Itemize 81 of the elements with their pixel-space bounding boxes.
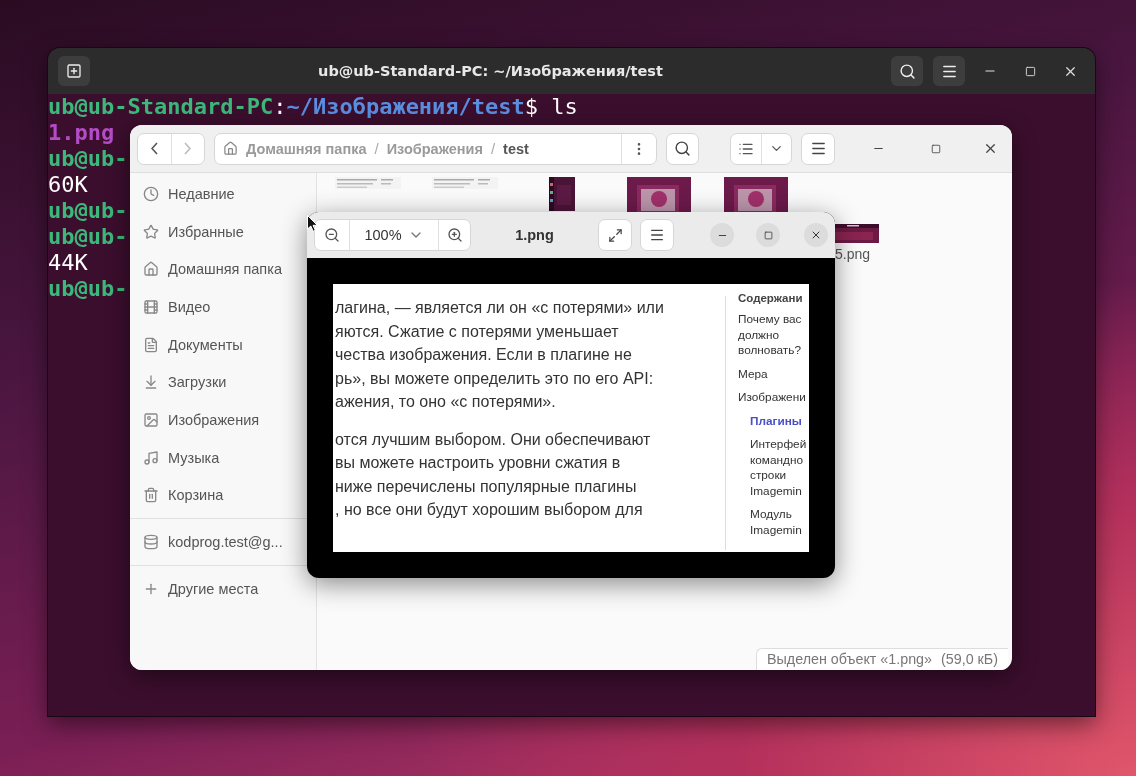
path-separator: / [490,140,496,157]
drive-icon [143,534,159,551]
terminal-line: 1.png [48,120,115,146]
file-name[interactable]: 5.png [834,246,870,262]
window-title: ub@ub-Standard-PC: ~/Изображения/test [317,63,664,79]
chevron-left-icon [150,142,158,155]
sidebar-label: Недавние [168,185,235,202]
menu-icon [809,140,827,157]
sidebar-item[interactable]: Изображения [130,401,264,439]
sidebar-item[interactable]: Документы [130,325,247,364]
sidebar-label: Загрузки [168,374,227,391]
path-crumb[interactable]: test [503,140,529,157]
sidebar-label: Документы [168,336,243,353]
chevron-right-icon [184,142,192,155]
toc-link[interactable]: Почему вас должно волновать? [738,312,807,359]
terminal-line: 60K [48,172,88,198]
sidebar-label: Музыка [168,449,220,466]
status-text: (59,0 кБ) [941,651,998,667]
close-icon [810,229,822,241]
sidebar-item[interactable]: Избранные [130,212,248,251]
window-title: 1.png [514,227,555,243]
sidebar-item[interactable]: Музыка [130,438,224,477]
close-button[interactable] [804,223,828,247]
toc-link[interactable]: Плагины [750,413,807,429]
toc-link[interactable]: Модуль Imagemin [750,507,807,538]
home-icon [143,261,159,278]
clock-icon [143,185,159,202]
sidebar-label: Избранные [168,223,244,240]
terminal-line: ub@ub- [48,224,128,250]
zoom-in-icon [446,227,463,243]
menu-button[interactable] [801,132,835,165]
plus-icon [66,63,82,79]
toc-title: Содержани [738,292,804,304]
sidebar-label: Видео [168,298,211,315]
sidebar-item[interactable]: kodprog.test@g... [130,523,287,561]
sidebar-label: Домашняя папка [168,261,282,278]
path-separator: / [374,140,379,157]
search-icon [674,140,691,157]
menu-icon [649,227,665,243]
film-icon [143,298,159,315]
toc-link[interactable]: Интерфей командно строки Imagemin [750,437,807,499]
paragraph: отся лучшим выбором. Они обеспечивают вы можете настроить уровни сжатия в ниже перечислены популярные плагины , но все они будут хорошим выбором для [335,429,652,520]
star-icon [143,223,159,240]
maximize-icon [1024,65,1036,77]
search-button[interactable] [891,56,923,86]
document-icon [143,336,159,353]
sidebar-label: Корзина [168,487,224,504]
fullscreen-icon [607,227,623,243]
image-icon [143,411,159,428]
zoom-out-icon [324,227,340,243]
toc-link[interactable]: Мера [738,366,807,382]
sidebar-label: kodprog.test@g... [168,534,283,551]
toc-link[interactable]: Изображени [738,390,807,406]
terminal-line: ub@ub- [48,276,128,302]
search-icon [898,62,916,80]
new-tab-button[interactable] [58,56,90,86]
fullscreen-button[interactable] [598,219,632,251]
path-bar[interactable]: Домашняя папка / Изображения / test [214,132,657,165]
terminal-line: ub@ub- [48,146,128,172]
menu-button[interactable] [640,219,674,251]
sidebar-label: Другие места [168,580,259,597]
sidebar-item[interactable]: Корзина [130,476,228,515]
terminal-line: ub@ub-Standard-PC:~/Изображения/test$ ls [48,94,578,120]
menu-button[interactable] [933,56,965,86]
trash-icon [143,487,159,504]
status-text: Выделен объект «1.png» [767,651,933,667]
home-icon [223,141,238,156]
sidebar-item[interactable]: Недавние [130,175,239,213]
terminal-line: ub@ub- [48,198,128,224]
paragraph: лагина, — является ли он «с потерями» или яются. Сжатие с потерями уменьшает чества изображения. Если в плагине не рь», вы можете определить это по его API: ажения, то оно «с потерями». [335,298,665,412]
music-note-icon [143,449,159,466]
search-button[interactable] [666,132,699,165]
maximize-icon [763,230,773,240]
sidebar-item[interactable]: Загрузки [130,363,231,402]
sidebar-item[interactable]: Домашняя папка [130,250,286,289]
terminal-line: 44K [48,250,88,276]
maximize-icon [931,143,941,154]
download-icon [143,374,159,391]
sidebar-item[interactable]: Видео [130,288,215,326]
sidebar-label: Изображения [168,411,260,428]
sidebar-item[interactable]: Другие места [130,569,263,608]
